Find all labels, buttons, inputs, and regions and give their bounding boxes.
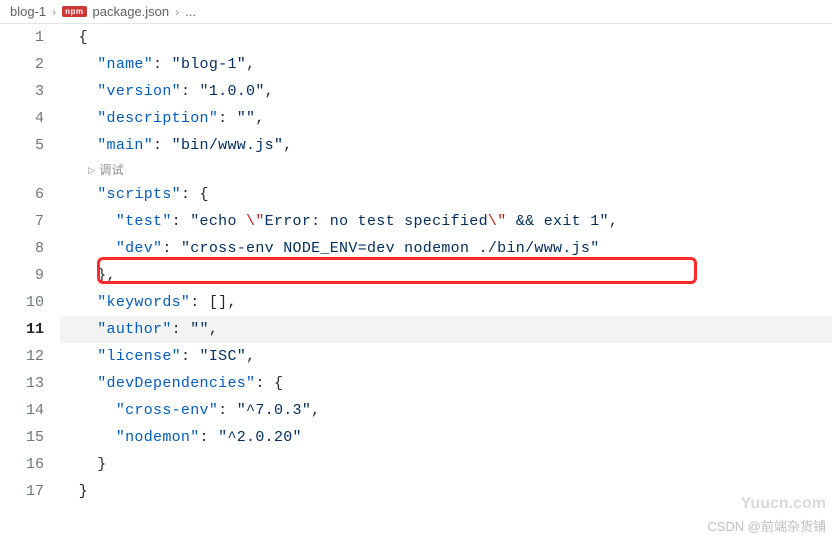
- code-line[interactable]: {: [60, 24, 832, 51]
- breadcrumb-file[interactable]: package.json: [93, 4, 170, 19]
- watermark-yuucn: Yuucn.com: [741, 495, 826, 513]
- code-line[interactable]: "scripts": {: [60, 181, 832, 208]
- line-number: 15: [0, 424, 44, 451]
- code-line[interactable]: "nodemon": "^2.0.20": [60, 424, 832, 451]
- code-line[interactable]: },: [60, 262, 832, 289]
- line-number: 5: [0, 132, 44, 159]
- breadcrumb: blog-1 › npm package.json › ...: [0, 0, 832, 24]
- line-number: 17: [0, 478, 44, 505]
- code-line[interactable]: "license": "ISC",: [60, 343, 832, 370]
- chevron-right-icon: ›: [175, 5, 179, 19]
- editor[interactable]: 1 2 3 4 5 6 7 8 9 10 11 12 13 14 15 16 1…: [0, 24, 832, 505]
- line-number: 12: [0, 343, 44, 370]
- line-number: 3: [0, 78, 44, 105]
- line-number: 1: [0, 24, 44, 51]
- code-line[interactable]: "author": "",: [60, 316, 832, 343]
- breadcrumb-folder[interactable]: blog-1: [10, 4, 46, 19]
- line-number: 13: [0, 370, 44, 397]
- code-line[interactable]: "version": "1.0.0",: [60, 78, 832, 105]
- line-number: 2: [0, 51, 44, 78]
- line-number: [0, 159, 44, 181]
- code-line[interactable]: }: [60, 451, 832, 478]
- line-number: 6: [0, 181, 44, 208]
- watermark-csdn: CSDN @前端杂货铺: [707, 516, 826, 535]
- code-line[interactable]: "cross-env": "^7.0.3",: [60, 397, 832, 424]
- line-number: 9: [0, 262, 44, 289]
- codelens-debug[interactable]: ▷调试: [60, 159, 832, 181]
- code-area[interactable]: { "name": "blog-1", "version": "1.0.0", …: [60, 24, 832, 505]
- code-line[interactable]: "keywords": [],: [60, 289, 832, 316]
- line-number: 7: [0, 208, 44, 235]
- line-number: 10: [0, 289, 44, 316]
- code-line[interactable]: "test": "echo \"Error: no test specified…: [60, 208, 832, 235]
- breadcrumb-ellipsis[interactable]: ...: [185, 4, 196, 19]
- line-number: 11: [0, 316, 44, 343]
- code-line[interactable]: "description": "",: [60, 105, 832, 132]
- code-line[interactable]: "name": "blog-1",: [60, 51, 832, 78]
- play-icon: ▷: [88, 159, 95, 181]
- line-number: 8: [0, 235, 44, 262]
- chevron-right-icon: ›: [52, 5, 56, 19]
- line-number: 14: [0, 397, 44, 424]
- line-number: 16: [0, 451, 44, 478]
- line-number: 4: [0, 105, 44, 132]
- line-number-gutter: 1 2 3 4 5 6 7 8 9 10 11 12 13 14 15 16 1…: [0, 24, 60, 505]
- code-line[interactable]: "dev": "cross-env NODE_ENV=dev nodemon .…: [60, 235, 832, 262]
- code-line[interactable]: "devDependencies": {: [60, 370, 832, 397]
- code-line[interactable]: }: [60, 478, 832, 505]
- npm-icon: npm: [62, 6, 86, 17]
- code-line[interactable]: "main": "bin/www.js",: [60, 132, 832, 159]
